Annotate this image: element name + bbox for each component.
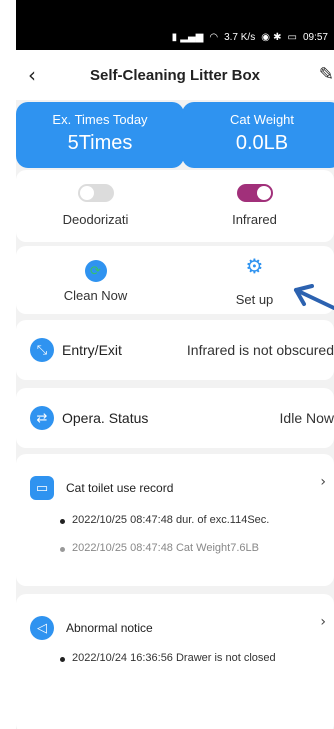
network-speed: 3.7 K/s [224,32,256,43]
row-label: Entry/Exit [62,342,122,358]
toggle-label: Deodorizati [62,212,129,227]
action-label: Clean Now [63,288,128,303]
status-time: 09:57 [302,32,328,43]
wifi-icon: ◠ [209,32,219,43]
signal-icon: ▮ ▂▄▆ [171,32,204,43]
chevron-right-icon[interactable]: › [320,474,326,490]
gear-icon: ⚙ [245,254,264,278]
status-bar: ▮ ▂▄▆ ◠ 3.7 K/s ◉ ✱ ▭ 09:57 [16,0,334,50]
nav-bar: ‹ Self-Cleaning Litter Box ✎ [16,50,334,100]
row-value: Idle Now [279,410,334,426]
toggle-knob [79,186,94,200]
clean-now-button[interactable]: ⟳ Clean Now [16,246,175,307]
deodorize-toggle-cell: Deodorizati [16,170,175,227]
back-icon[interactable]: ‹ [28,63,36,87]
clean-icon: ⟳ [84,260,107,282]
toggles-card: Deodorizati Infrared [16,170,334,242]
stat-value: 0.0LB [235,132,289,154]
excretion-times-card: Ex. Times Today 5Times [16,102,184,168]
notice-item: 2022/10/24 16:36:56 Drawer is not closed [60,652,334,664]
abnormal-notice-card[interactable]: ◁ Abnormal notice › 2022/10/24 16:36:56 … [16,594,334,729]
app-screen: ‹ Self-Cleaning Litter Box ✎ Ex. Times T… [16,50,334,729]
deodorize-toggle[interactable] [77,184,114,202]
record-item: 2022/10/25 08:47:48 dur. of exc.114Sec. [60,514,334,526]
notice-title: Abnormal notice [66,621,153,635]
entry-exit-icon: ⤡ [30,338,54,362]
stat-value: 5Times [67,132,133,154]
edit-icon[interactable]: ✎ [319,64,334,85]
chevron-right-icon[interactable]: › [320,614,326,630]
left-margin [0,0,16,729]
operation-status-row: ⇄ Opera. Status Idle Now [16,388,334,448]
stat-label: Ex. Times Today [52,112,148,127]
battery-icon: ▭ [287,32,297,43]
pointer-arrow-icon [294,284,334,310]
record-item: 2022/10/25 08:47:48 Cat Weight7.6LB [60,542,334,554]
entry-exit-row: ⤡ Entry/Exit Infrared is not obscured [16,320,334,380]
row-label: Opera. Status [62,410,149,426]
toggle-knob [256,186,271,200]
stat-label: Cat Weight [229,112,295,127]
infrared-toggle-cell: Infrared [175,170,334,227]
speaker-icon: ◁ [30,616,54,640]
page-title: Self-Cleaning Litter Box [90,67,261,84]
row-value: Infrared is not obscured [186,342,334,358]
status-icon: ⇄ [30,406,54,430]
toggle-label: Infrared [232,212,277,227]
chat-icon: ▭ [30,476,54,500]
infrared-toggle[interactable] [236,184,273,202]
use-record-card[interactable]: ▭ Cat toilet use record › 2022/10/25 08:… [16,454,334,586]
record-title: Cat toilet use record [66,481,174,495]
cat-weight-card: Cat Weight 0.0LB [182,102,334,168]
alarm-icon: ◉ ✱ [261,32,282,43]
